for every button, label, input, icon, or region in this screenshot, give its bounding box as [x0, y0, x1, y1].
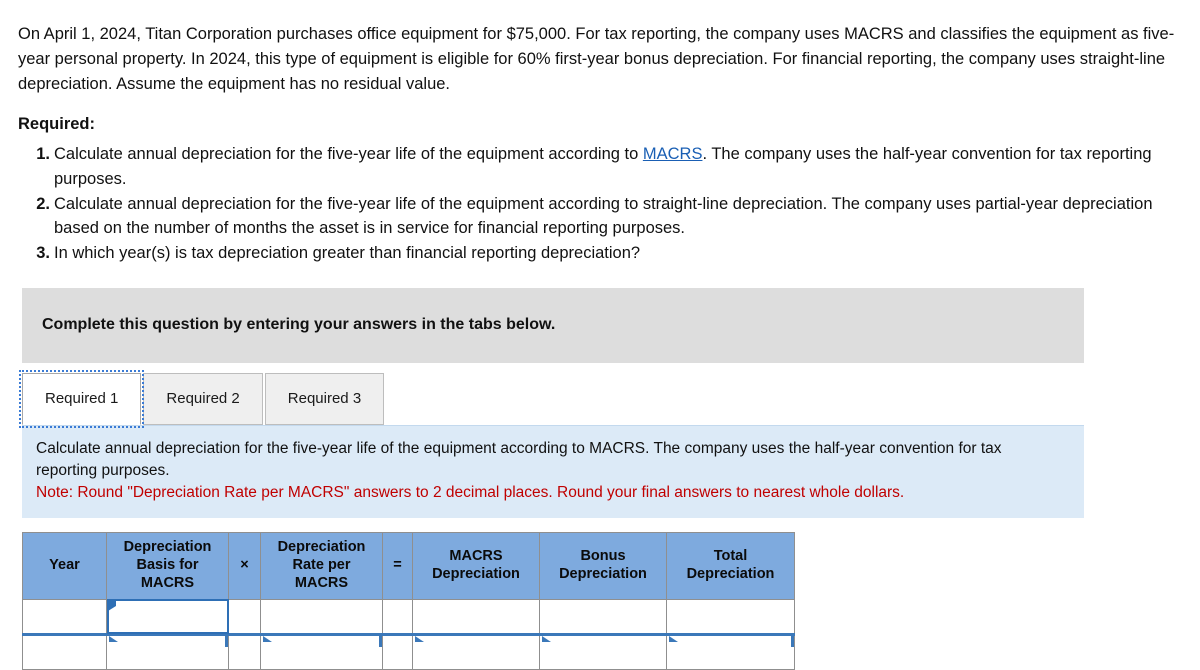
equals-sign: = — [393, 557, 402, 574]
header-basis-line-3: MACRS — [140, 574, 195, 591]
cell-bonus-row1[interactable] — [539, 598, 667, 635]
header-row: Year Depreciation Basis for MACRS × Depr… — [22, 531, 795, 600]
cell-bonus-row2[interactable] — [539, 632, 667, 670]
question-page: On April 1, 2024, Titan Corporation purc… — [0, 0, 1200, 670]
cell-multiply-row2 — [228, 632, 261, 670]
header-rate-line-1: Depreciation — [277, 539, 366, 556]
header-basis-line-2: Basis for — [136, 557, 199, 574]
header-total-depreciation: Total Depreciation — [666, 531, 795, 600]
requirement-3-text: In which year(s) is tax depreciation gre… — [54, 244, 641, 263]
tab-required-3-label: Required 3 — [287, 390, 362, 408]
tab-required-1-label: Required 1 — [45, 390, 119, 408]
requirement-item-3: In which year(s) is tax depreciation gre… — [30, 241, 1180, 266]
cell-rate-row2[interactable] — [260, 632, 383, 670]
requirement-2-text: Calculate annual depreciation for the fi… — [54, 194, 1153, 238]
cell-comment-marker-icon — [415, 635, 424, 642]
cell-macrs-row1[interactable] — [412, 598, 540, 635]
tab-required-3[interactable]: Required 3 — [264, 372, 385, 425]
cell-comment-marker-icon — [108, 600, 116, 611]
header-basis-line-1: Depreciation — [123, 539, 212, 556]
tab-required-2[interactable]: Required 2 — [143, 372, 263, 425]
header-year-line-1: Year — [49, 557, 80, 574]
tab-required-1[interactable]: Required 1 — [18, 369, 145, 428]
cell-macrs-row2[interactable] — [412, 632, 540, 670]
header-depreciation-basis: Depreciation Basis for MACRS — [106, 531, 229, 600]
cell-basis-row1[interactable] — [106, 598, 229, 635]
cell-edge-marker-icon — [791, 635, 794, 647]
header-macrs-line-1: MACRS — [449, 548, 503, 565]
requirement-item-2: Calculate annual depreciation for the fi… — [30, 192, 1180, 242]
tab-required-2-label: Required 2 — [166, 390, 240, 408]
requirement-1-text-before: Calculate annual depreciation for the fi… — [54, 145, 643, 164]
cell-comment-marker-icon — [669, 635, 678, 642]
cell-year-row1[interactable] — [22, 598, 107, 635]
macrs-answer-table: Year Depreciation Basis for MACRS × Depr… — [22, 531, 795, 670]
problem-statement: On April 1, 2024, Titan Corporation purc… — [18, 25, 1175, 94]
cell-comment-marker-icon — [542, 635, 551, 642]
header-bonus-line-1: Bonus — [580, 548, 626, 565]
macrs-link[interactable]: MACRS — [643, 145, 703, 163]
answer-table-body — [22, 598, 795, 670]
header-macrs-line-2: Depreciation — [432, 565, 520, 582]
requirements-list: Calculate annual depreciation for the fi… — [0, 142, 1200, 266]
header-rate-line-2: Rate per — [292, 557, 351, 574]
rounding-note: Note: Round "Depreciation Rate per MACRS… — [36, 483, 905, 501]
answer-table-wrapper: Year Depreciation Basis for MACRS × Depr… — [22, 531, 795, 670]
complete-question-banner: Complete this question by entering your … — [22, 287, 1084, 363]
required-heading: Required: — [18, 115, 96, 134]
requirement-item-1: Calculate annual depreciation for the fi… — [30, 142, 1180, 192]
header-macrs-depreciation: MACRS Depreciation — [412, 531, 540, 600]
cell-basis-row2[interactable] — [106, 632, 229, 670]
requirement-instruction-panel: Calculate annual depreciation for the fi… — [22, 424, 1084, 518]
header-bonus-line-2: Depreciation — [559, 565, 647, 582]
cell-multiply-row1 — [228, 598, 261, 635]
answer-table-header: Year Depreciation Basis for MACRS × Depr… — [22, 531, 795, 600]
cell-total-row2[interactable] — [666, 632, 795, 670]
header-depreciation-rate: Depreciation Rate per MACRS — [260, 531, 383, 600]
header-total-line-1: Total — [713, 548, 748, 565]
complete-question-banner-text: Complete this question by entering your … — [42, 316, 556, 334]
header-bonus-depreciation: Bonus Depreciation — [539, 531, 667, 600]
multiply-sign: × — [240, 557, 249, 574]
cell-comment-marker-icon — [263, 635, 272, 642]
header-equals-operator: = — [382, 531, 413, 600]
cell-year-row2[interactable] — [22, 632, 107, 670]
header-multiply-operator: × — [228, 531, 261, 600]
table-row — [22, 632, 795, 670]
table-row — [22, 598, 795, 635]
header-rate-line-3: MACRS — [294, 574, 349, 591]
cell-rate-row1[interactable] — [260, 598, 383, 635]
cell-comment-marker-icon — [109, 635, 118, 642]
cell-edge-marker-icon — [379, 635, 382, 647]
requirement-instruction-text: Calculate annual depreciation for the fi… — [36, 439, 1002, 479]
header-year: Year — [22, 531, 107, 600]
cell-edge-marker-icon — [225, 635, 228, 647]
header-total-line-2: Depreciation — [686, 565, 775, 582]
cell-equals-row1 — [382, 598, 413, 635]
cell-equals-row2 — [382, 632, 413, 670]
cell-total-row1[interactable] — [666, 598, 795, 635]
requirement-tabstrip: Required 1 Required 2 Required 3 — [18, 369, 1200, 428]
